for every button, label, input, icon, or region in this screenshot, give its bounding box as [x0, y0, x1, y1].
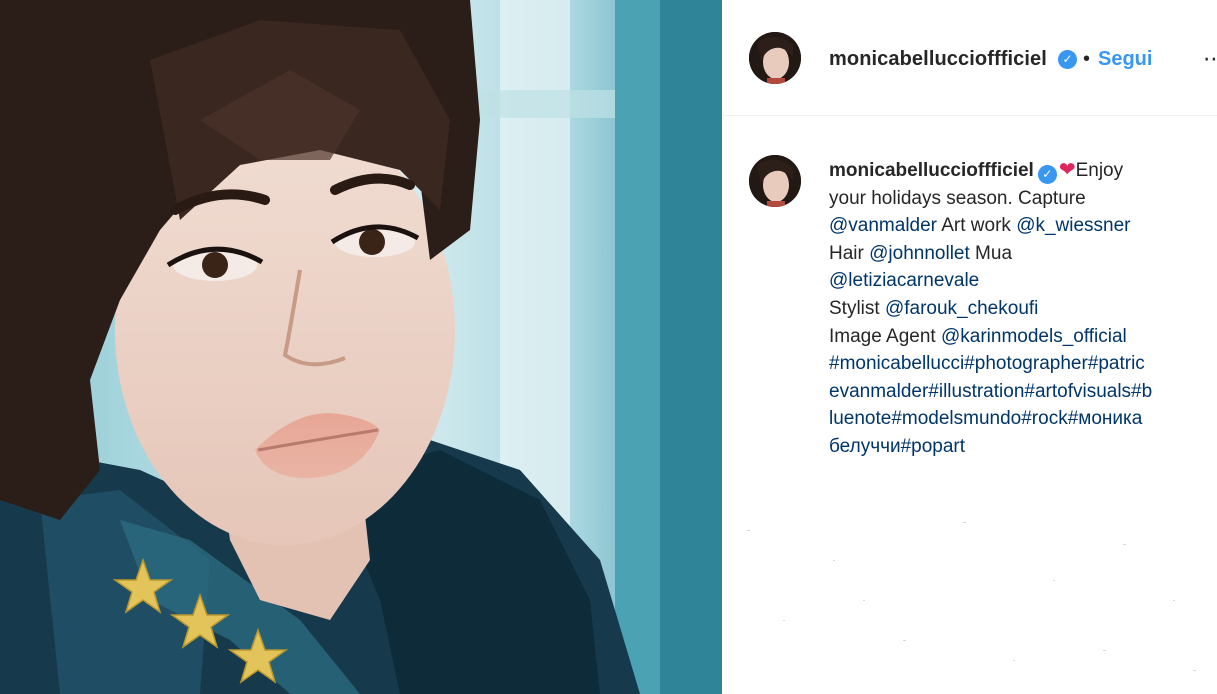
caption-line: monicabelluccioffficiel ✓ ❤Enjoy	[829, 157, 1215, 185]
caption-line: Hair @johnnollet Mua	[829, 240, 1215, 268]
portrait-illustration	[0, 0, 722, 694]
caption-text-segment: Hair	[829, 242, 870, 264]
verified-badge-icon: ✓	[1037, 165, 1057, 184]
mention-link[interactable]: luenote#modelsmundo#rock#моника	[829, 408, 1142, 429]
follow-button[interactable]: Segui	[1098, 48, 1152, 71]
caption-line: luenote#modelsmundo#rock#моника	[829, 405, 1215, 433]
hashtag-link[interactable]: #monicabellucci#photographer#patric	[829, 353, 1145, 374]
mention-link[interactable]: @karinmodels_official	[941, 326, 1127, 347]
avatar-image	[749, 32, 801, 84]
username-link[interactable]: monicabelluccioffficiel	[829, 48, 1047, 71]
caption-text-segment: Image Agent	[829, 325, 941, 347]
caption-text: monicabelluccioffficiel ✓ ❤Enjoy your holi…	[829, 157, 1215, 461]
caption-body: your holidays season. Capture @vanmalder …	[829, 185, 1215, 461]
post-image[interactable]	[0, 0, 722, 694]
caption-text-segment: your holidays season. Capture	[829, 187, 1086, 209]
caption-text-segment: Art work	[937, 215, 1017, 237]
mention-link[interactable]: @farouk_chekoufi	[885, 298, 1038, 319]
caption-text-segment: Stylist	[829, 297, 885, 319]
verified-badge-icon: ✓	[1058, 50, 1077, 69]
mention-link[interactable]: белуччи#popart	[829, 436, 965, 457]
avatar[interactable]	[749, 32, 801, 84]
caption-line: Stylist @farouk_chekoufi	[829, 295, 1215, 323]
post-header: monicabelluccioffficiel ✓ • Segui ⋯	[723, 0, 1217, 116]
caption-line: Image Agent @karinmodels_official	[829, 323, 1215, 351]
avatar-image	[749, 155, 801, 207]
caption-line: your holidays season. Capture	[829, 185, 1215, 213]
caption-line: белуччи#popart	[829, 433, 1215, 461]
mention-link[interactable]: evanmalder#illustration#artofvisuals#b	[829, 381, 1152, 402]
caption-username-link[interactable]: monicabelluccioffficiel	[829, 160, 1034, 181]
scan-speckle-decoration	[747, 522, 1196, 671]
caption-first-line: Enjoy	[1076, 160, 1124, 181]
caption-line: @vanmalder Art work @k_wiessner	[829, 212, 1215, 240]
mention-link[interactable]: @johnnollet	[869, 243, 970, 264]
heart-emoji-icon: ❤	[1058, 159, 1076, 181]
separator-dot: •	[1083, 48, 1091, 70]
caption-line: evanmalder#illustration#artofvisuals#b	[829, 378, 1215, 406]
mention-link[interactable]: @vanmalder	[829, 215, 937, 236]
caption-line: @letiziacarnevale	[829, 267, 1215, 295]
caption-line: #monicabellucci#photographer#patric	[829, 350, 1215, 378]
caption-text-segment: Enjoy	[1075, 160, 1124, 181]
caption-avatar[interactable]	[749, 155, 801, 207]
more-options-icon[interactable]: ⋯	[1203, 46, 1217, 72]
post-side-panel: monicabelluccioffficiel ✓ • Segui ⋯ moni…	[723, 0, 1217, 694]
mention-link[interactable]: @k_wiessner	[1016, 215, 1130, 236]
caption-text-segment: Mua	[969, 242, 1013, 264]
mention-link[interactable]: @letiziacarnevale	[829, 270, 979, 291]
